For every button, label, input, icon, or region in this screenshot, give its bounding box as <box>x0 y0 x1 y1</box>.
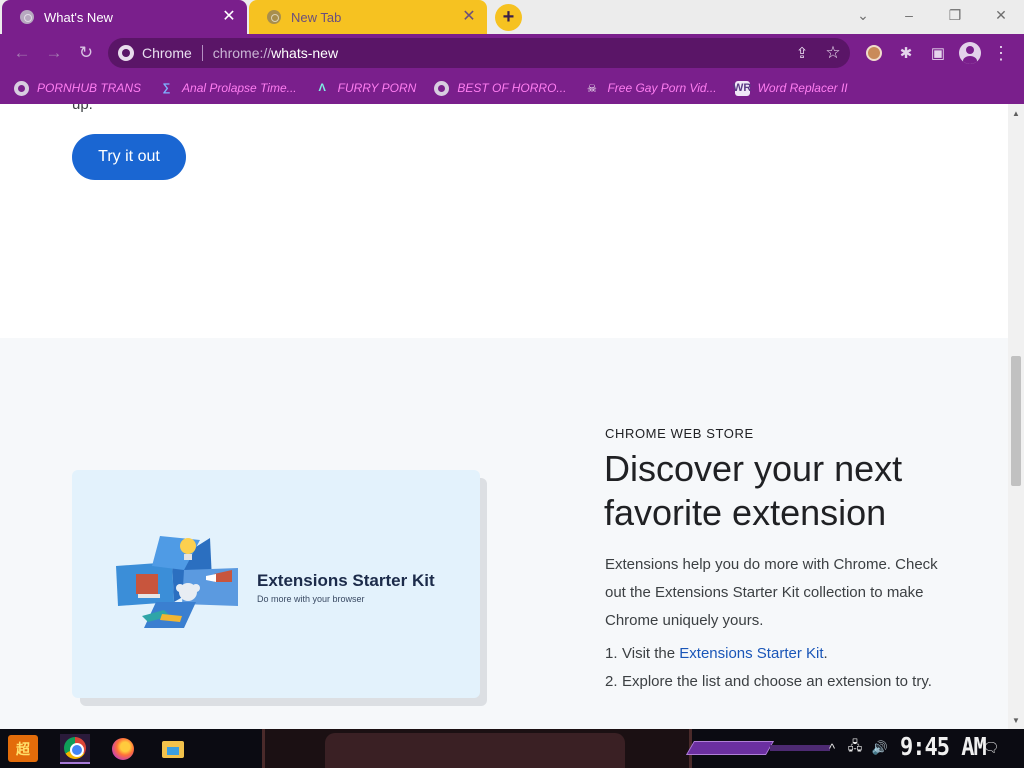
bookmark-item[interactable]: ∑ Anal Prolapse Time... <box>159 81 297 96</box>
puzzle-extensions-icon[interactable]: ✱ <box>895 42 917 64</box>
globe-icon <box>434 80 450 96</box>
web-store-section: Extensions Starter Kit Do more with your… <box>0 338 1008 729</box>
whats-new-page: up. Try it out Extensions Starter Kit Do… <box>0 104 1008 729</box>
extensions-starter-kit-card[interactable]: Extensions Starter Kit Do more with your… <box>72 470 480 698</box>
card-subtitle: Do more with your browser <box>257 594 365 604</box>
file-explorer-icon[interactable] <box>158 734 188 764</box>
tab-whats-new[interactable]: What's New ✕ <box>2 0 247 34</box>
bookmark-label: BEST OF HORRO... <box>457 81 567 95</box>
bookmark-label: PORNHUB TRANS <box>37 81 142 95</box>
vertical-scrollbar[interactable]: ▲ ▼ <box>1008 104 1024 729</box>
scroll-down-icon[interactable]: ▼ <box>1008 713 1024 727</box>
profile-avatar[interactable] <box>959 42 981 64</box>
url-scheme: chrome:// <box>212 45 272 61</box>
try-it-out-button[interactable]: Try it out <box>72 134 186 180</box>
bookmark-item[interactable]: ☠ Free Gay Porn Vid... <box>584 81 717 96</box>
section-headline: Discover your next favorite extension <box>604 448 903 533</box>
chrome-globe-icon <box>267 10 281 24</box>
back-button[interactable]: ← <box>10 41 34 65</box>
network-icon[interactable]: 🖧 <box>846 738 864 758</box>
bookmark-item[interactable]: WR Word Replacer II <box>732 80 848 96</box>
notifications-icon[interactable]: 🗨 <box>982 738 1000 758</box>
new-tab-button[interactable]: + <box>495 4 522 31</box>
bookmarks-bar: PORNHUB TRANS ∑ Anal Prolapse Time... Λ … <box>0 72 1024 104</box>
tab-title: New Tab <box>291 9 342 25</box>
close-window-button[interactable]: ✕ <box>978 0 1024 30</box>
star-icon[interactable]: ☆ <box>824 43 842 62</box>
close-icon[interactable]: ✕ <box>459 7 479 27</box>
wr-logo-icon: WR <box>732 80 752 96</box>
taskbar-decoration <box>685 741 775 755</box>
section-body: Extensions help you do more with Chrome.… <box>605 556 938 629</box>
address-bar[interactable]: Chrome chrome:// whats-new ⇪ ☆ <box>108 38 850 68</box>
bookmark-item[interactable]: BEST OF HORRO... <box>434 80 567 96</box>
chrome-logo-icon <box>64 737 86 759</box>
close-icon[interactable]: ✕ <box>219 7 239 27</box>
chrome-logo-icon <box>118 45 134 61</box>
extensions-starter-kit-link[interactable]: Extensions Starter Kit <box>679 645 823 662</box>
share-icon[interactable]: ⇪ <box>793 44 811 62</box>
step-text: . <box>823 645 828 662</box>
tab-search-button[interactable]: ⌄ <box>840 0 886 30</box>
kebab-menu-icon[interactable]: ⋮ <box>990 42 1012 64</box>
browser-toolbar: ← → ↻ Chrome chrome:// whats-new ⇪ ☆ ✱ ▣… <box>0 34 1024 72</box>
step-number: 2. <box>605 673 618 690</box>
step-text: Visit the <box>622 645 680 662</box>
divider <box>201 45 203 61</box>
lambda-logo-icon: Λ <box>318 82 326 94</box>
taskbar-decoration <box>770 745 830 751</box>
bookmark-label: Free Gay Porn Vid... <box>607 81 717 95</box>
bookmark-label: Anal Prolapse Time... <box>182 81 297 95</box>
bookmark-item[interactable]: Λ FURRY PORN <box>315 81 417 96</box>
bookmark-label: FURRY PORN <box>337 81 417 95</box>
origin-chip: Chrome <box>142 45 192 61</box>
globe-icon <box>14 80 29 96</box>
restore-button[interactable]: ❐ <box>932 0 978 30</box>
v-logo-icon: ∑ <box>162 82 171 94</box>
card-title: Extensions Starter Kit <box>257 571 435 590</box>
list-item: 2. Explore the list and choose an extensi… <box>605 668 945 696</box>
chrome-globe-icon <box>20 10 34 24</box>
tab-strip: What's New ✕ New Tab ✕ + ⌄ – ❐ ✕ <box>0 0 1024 34</box>
url-host: whats-new <box>271 45 339 61</box>
bookmark-item[interactable]: PORNHUB TRANS <box>14 80 142 96</box>
scrollbar-thumb[interactable] <box>1011 356 1021 486</box>
tray-overflow-icon[interactable]: ^ <box>826 738 838 758</box>
step-text: Explore the list and choose an extension… <box>622 673 932 690</box>
forward-button[interactable]: → <box>42 41 66 65</box>
start-button[interactable]: 超 <box>8 735 38 762</box>
folder-icon <box>162 740 184 758</box>
minimize-button[interactable]: – <box>886 0 932 30</box>
firefox-icon[interactable] <box>108 734 138 764</box>
chrome-icon[interactable] <box>60 734 90 764</box>
reload-button[interactable]: ↻ <box>74 41 98 65</box>
firefox-logo-icon <box>112 738 134 760</box>
taskbar-clock[interactable]: 9:45 AM <box>900 733 987 762</box>
list-item: 1. Visit the Extensions Starter Kit. <box>605 640 945 668</box>
paragraph-fragment: up. <box>72 104 93 113</box>
steps-list: 1. Visit the Extensions Starter Kit. 2. Ex… <box>605 640 945 696</box>
tab-new-tab[interactable]: New Tab ✕ <box>249 0 487 34</box>
section-eyebrow: CHROME WEB STORE <box>605 426 754 441</box>
taskbar-artwork <box>262 729 692 768</box>
volume-icon[interactable]: 🔊 <box>870 738 890 758</box>
profile-extension-icon[interactable] <box>863 42 885 64</box>
scroll-up-icon[interactable]: ▲ <box>1008 106 1024 120</box>
step-number: 1. <box>605 645 618 662</box>
windows-taskbar: 超 ^ 🖧 🔊 9:45 AM 🗨 <box>0 729 1024 768</box>
bookmark-label: Word Replacer II <box>757 81 848 95</box>
tab-title: What's New <box>44 9 113 25</box>
side-panel-icon[interactable]: ▣ <box>927 42 949 64</box>
ghost-icon: ☠ <box>587 82 597 95</box>
